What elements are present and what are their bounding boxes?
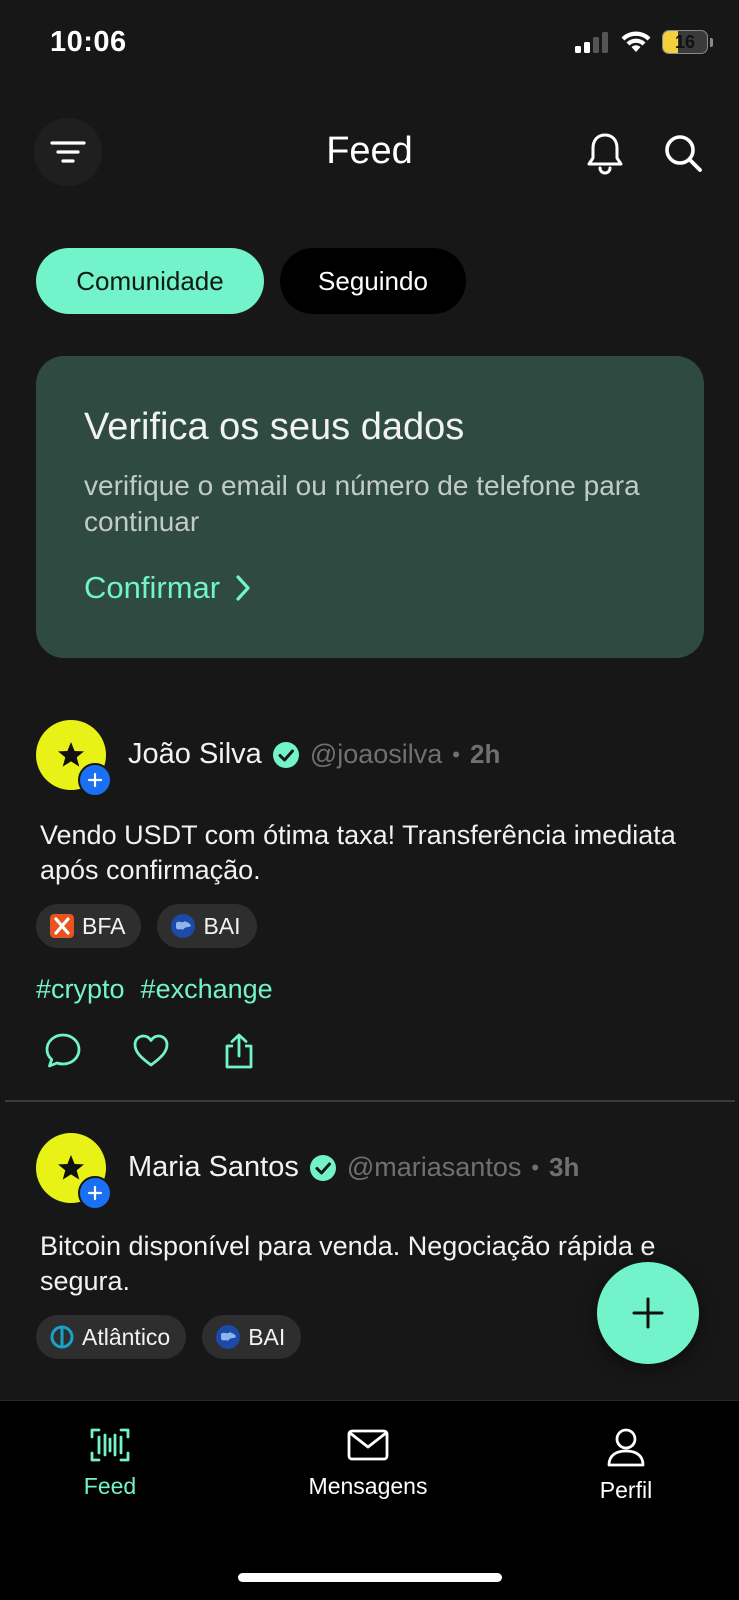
bell-icon (587, 133, 623, 175)
verify-data-card: Verifica os seus dados verifique o email… (36, 356, 704, 658)
bottom-nav: Feed Mensagens Perfil (0, 1400, 739, 1600)
plus-icon (632, 1297, 664, 1329)
bank-chip-label: BAI (248, 1323, 286, 1350)
bank-chip-atlantico[interactable]: Atlântico (36, 1315, 187, 1359)
star-icon (58, 742, 84, 767)
verified-badge-icon (272, 741, 299, 768)
post-actions (44, 1032, 258, 1070)
post-time: 2h (469, 739, 501, 769)
verify-card-text: verifique o email ou número de telefone … (84, 470, 640, 537)
bank-chip-label: Atlântico (82, 1323, 171, 1350)
mail-icon (347, 1429, 389, 1461)
battery-cap (710, 37, 713, 47)
separator-dot: • (531, 1154, 540, 1180)
search-button[interactable] (658, 128, 708, 178)
bank-chip-label: BAI (203, 912, 241, 939)
hashtag-link[interactable]: #crypto (36, 974, 125, 1005)
post-time: 3h (549, 1152, 580, 1182)
avatar-wrap (36, 1133, 112, 1210)
comment-icon[interactable] (44, 1032, 82, 1070)
confirm-link[interactable]: Confirmar (84, 570, 252, 606)
tab-seguindo[interactable]: Seguindo (280, 248, 466, 314)
feed-tabs: Comunidade Seguindo (36, 248, 466, 314)
avatar-wrap (36, 720, 112, 797)
nav-label-mensagens: Mensagens (308, 1473, 428, 1499)
bank-chip-bfa[interactable]: BFA (36, 904, 142, 948)
status-icons: 16 (574, 30, 713, 54)
bai-logo-icon (171, 914, 196, 938)
share-icon[interactable] (220, 1032, 258, 1070)
status-bar: 10:06 16 (0, 0, 739, 90)
verify-card-title: Verifica os seus dados (84, 406, 465, 448)
author-name[interactable]: João Silva (128, 738, 262, 771)
plus-icon (87, 772, 103, 788)
post-text: Bitcoin disponível para venda. Negociaçã… (40, 1231, 656, 1296)
separator-dot: • (452, 741, 460, 767)
bai-logo-icon (216, 1325, 241, 1349)
header: Feed (0, 118, 739, 190)
search-icon (665, 135, 702, 172)
nav-item-feed[interactable]: Feed (10, 1427, 210, 1500)
bfa-logo-icon (50, 914, 74, 938)
verified-badge-icon (309, 1154, 336, 1181)
post-divider (5, 1100, 735, 1102)
nav-label-feed: Feed (83, 1473, 137, 1499)
heart-icon[interactable] (132, 1032, 170, 1070)
bank-chips: BFA BAI (36, 904, 257, 948)
nav-label-perfil: Perfil (599, 1477, 653, 1503)
bank-chip-label: BFA (82, 912, 126, 939)
post-text: Vendo USDT com ótima taxa! Transferência… (40, 820, 676, 885)
follow-button[interactable] (78, 1176, 112, 1210)
create-post-button[interactable] (597, 1262, 699, 1364)
hashtags: #crypto #exchange (36, 974, 273, 1005)
nav-item-perfil[interactable]: Perfil (526, 1427, 726, 1504)
follow-button[interactable] (78, 763, 112, 797)
battery-icon: 16 (662, 30, 708, 54)
bank-chip-bai[interactable]: BAI (202, 1315, 302, 1359)
wifi-icon (621, 31, 651, 52)
author-handle[interactable]: @mariasantos (347, 1152, 521, 1183)
status-time: 10:06 (50, 26, 127, 58)
bank-chip-bai[interactable]: BAI (157, 904, 257, 948)
star-icon (58, 1155, 84, 1180)
atlantico-logo-icon (50, 1325, 74, 1349)
cellular-signal-icon (575, 32, 608, 53)
bank-chips: Atlântico BAI (36, 1315, 302, 1359)
battery-level: 16 (674, 31, 696, 52)
author-handle[interactable]: @joaosilva (310, 739, 442, 770)
hashtag-link[interactable]: #exchange (141, 974, 273, 1005)
nav-item-mensagens[interactable]: Mensagens (268, 1427, 468, 1500)
notifications-button[interactable] (580, 128, 630, 178)
confirm-label: Confirmar (84, 570, 221, 605)
chevron-right-icon (236, 575, 250, 601)
post-author-line: Maria Santos @mariasantos • 3h (128, 1151, 579, 1184)
post-author-line: João Silva @joaosilva • 2h (128, 738, 500, 771)
tab-comunidade[interactable]: Comunidade (36, 248, 264, 314)
user-icon (607, 1428, 645, 1467)
barcode-icon (90, 1428, 130, 1462)
home-indicator[interactable] (238, 1573, 502, 1582)
author-name[interactable]: Maria Santos (128, 1151, 299, 1184)
plus-icon (87, 1185, 103, 1201)
